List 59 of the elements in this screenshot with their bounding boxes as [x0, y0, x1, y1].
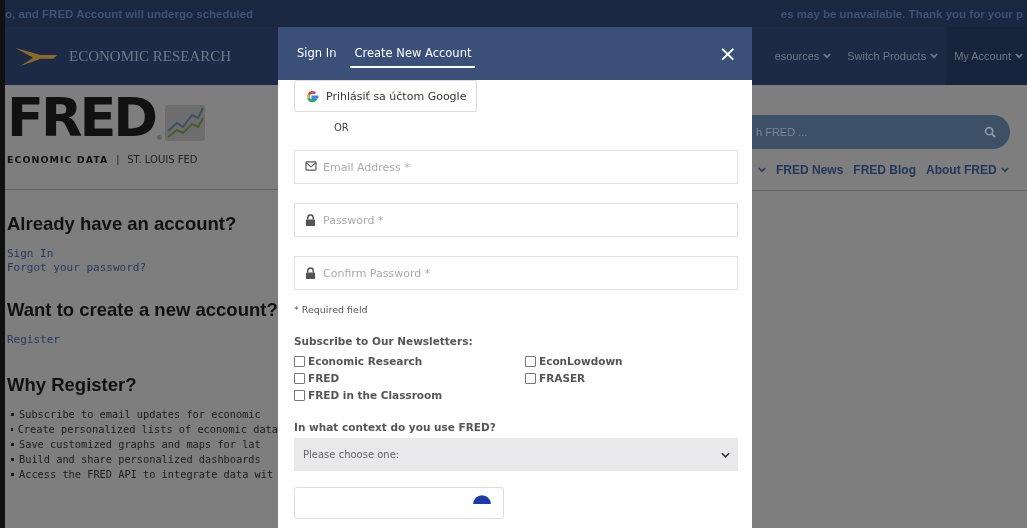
checkbox-label[interactable]: FRED in the Classroom [308, 389, 443, 401]
forgot-password-link[interactable]: Forgot your password? [7, 261, 147, 275]
checkbox[interactable] [294, 389, 305, 401]
recaptcha-logo-icon [471, 493, 493, 504]
or-divider-text: OR [334, 122, 350, 133]
input-field[interactable]: Email Address * [294, 150, 738, 184]
chevron-down-icon [1000, 167, 1009, 173]
section-heading: Why Register? [7, 374, 138, 396]
chevron-down-icon [721, 451, 730, 458]
nav-menu-item[interactable]: Switch Products [839, 27, 947, 85]
context-dropdown[interactable]: Please choose one: [294, 438, 738, 471]
nav-menu-item[interactable]: esources [766, 27, 840, 85]
chevron-down-icon [930, 53, 939, 59]
bullet-text: Build and share personalized dashboards [19, 453, 261, 465]
chevron-down-icon [823, 53, 832, 59]
bullet-icon [11, 472, 14, 476]
input-field[interactable]: Password * [294, 203, 738, 237]
logo-tagline: ST. LOUIS FED [127, 153, 198, 165]
logo-tagline: ECONOMIC DATA [7, 153, 109, 165]
checkbox-label[interactable]: Economic Research [308, 355, 423, 367]
nav-menu-item[interactable]: My Account [946, 27, 1027, 85]
bullet-text: Save customized graphs and maps for lat [19, 438, 261, 450]
chevron-down-icon [758, 167, 766, 173]
section-heading: Already have an account? [7, 213, 238, 235]
checkbox-label[interactable]: EconLowdown [539, 355, 623, 367]
checkbox[interactable] [294, 372, 305, 384]
bullet-icon [11, 412, 14, 416]
input-field[interactable]: Confirm Password * [294, 256, 738, 290]
nav-link[interactable]: FRED News [776, 163, 844, 177]
tab[interactable]: Create New Account [350, 39, 476, 68]
close-button[interactable]: × [718, 43, 737, 64]
context-question-label: In what context do you use FRED? [294, 421, 497, 433]
bullet-icon [11, 457, 14, 461]
search-icon [984, 126, 996, 138]
chevron-down-icon [1015, 53, 1023, 59]
tagline-separator: | [116, 153, 120, 165]
fred-logo[interactable]: FRED [7, 93, 156, 143]
search-field[interactable]: h FRED ... [752, 115, 1010, 149]
bullet-text: Create personalized lists of economic data [17, 423, 278, 435]
tab[interactable]: Sign In [293, 39, 341, 68]
required-note: * Required field [294, 304, 369, 315]
checkbox[interactable] [525, 372, 536, 384]
brand-name[interactable]: ECONOMIC RESEARCH [69, 47, 232, 65]
line-chart-icon [164, 105, 205, 141]
nav-link[interactable]: FRED Blog [853, 163, 917, 177]
newsletters-label: Subscribe to Our Newsletters: [294, 335, 474, 347]
sign-in-link[interactable]: Sign In [7, 247, 54, 261]
bullet-text: Subscribe to email updates for economic [19, 408, 261, 420]
bullet-icon [11, 442, 14, 446]
checkbox[interactable] [294, 355, 305, 367]
nav-link[interactable]: About FRED [926, 163, 1009, 177]
checkbox-label[interactable]: FRED [308, 372, 340, 384]
google-sign-in-button[interactable]: Prihlásiť sa účtom Google [294, 80, 478, 112]
checkbox-label[interactable]: FRASER [539, 372, 586, 384]
bullet-text: Access the FRED API to integrate data wit [19, 468, 274, 480]
checkbox[interactable] [525, 355, 536, 367]
section-heading: Want to create a new account? [7, 299, 278, 321]
register-link[interactable]: Register [7, 333, 60, 347]
google-g-icon [305, 88, 320, 104]
